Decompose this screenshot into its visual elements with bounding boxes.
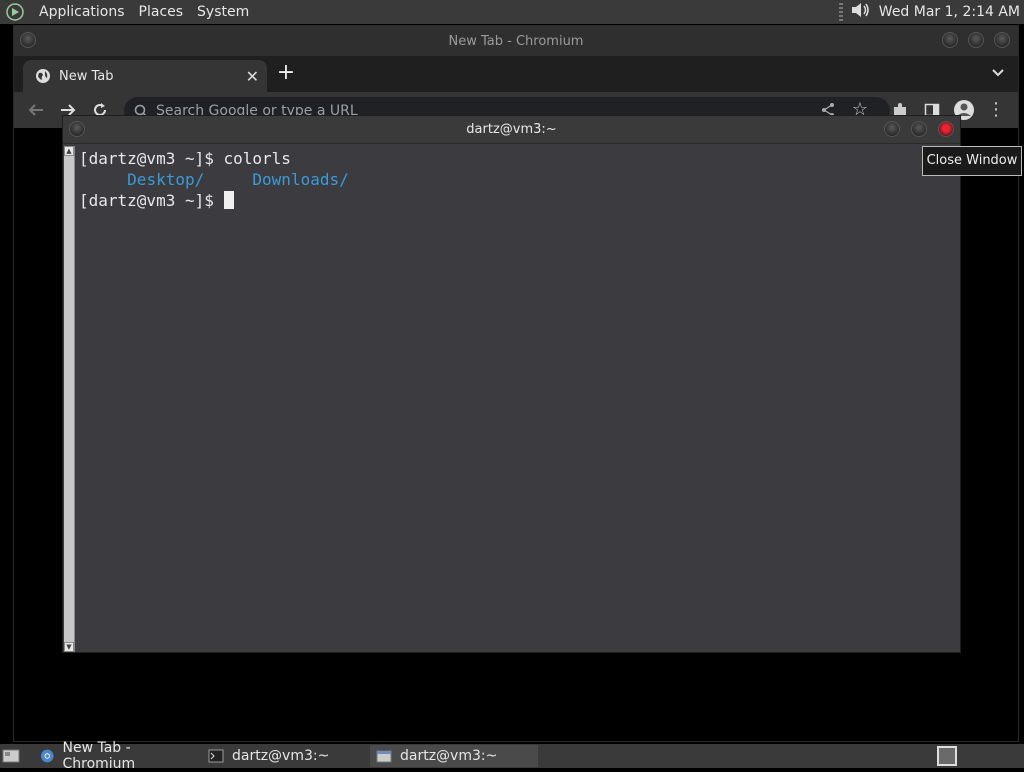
minimize-button[interactable] [884, 121, 900, 137]
back-icon[interactable] [24, 98, 48, 122]
terminal-line: [dartz@vm3 ~]$ [79, 190, 956, 211]
window-icon [376, 750, 392, 763]
shell-prompt: [dartz@vm3 ~]$ [79, 191, 224, 210]
maximize-button[interactable] [968, 32, 984, 48]
task-label: dartz@vm3:~ [232, 748, 330, 764]
terminal-cursor [223, 191, 234, 209]
taskbar-item-chromium[interactable]: New Tab - Chromium [34, 740, 200, 772]
taskbar-item-terminal[interactable]: dartz@vm3:~ [202, 745, 368, 767]
close-window-tooltip: Close Window [922, 146, 1022, 176]
terminal-window: dartz@vm3:~ ▲ ▼ [dartz@vm3 ~]$ colorls D… [62, 115, 961, 653]
taskbar-item-terminal-active[interactable]: dartz@vm3:~ [370, 745, 538, 767]
kebab-menu-icon[interactable]: ⋮ [984, 98, 1008, 122]
window-title: New Tab - Chromium [448, 33, 584, 49]
chevron-down-icon[interactable] [992, 65, 1004, 81]
task-label: dartz@vm3:~ [400, 748, 498, 764]
tab-label: New Tab [59, 68, 114, 84]
maximize-button[interactable] [911, 121, 927, 137]
menu-applications[interactable]: Applications [32, 0, 132, 24]
window-menu-button[interactable] [69, 121, 85, 137]
terminal-scrollbar[interactable]: ▲ ▼ [64, 146, 75, 652]
distro-logo-icon[interactable] [4, 1, 26, 23]
shell-prompt: [dartz@vm3 ~]$ [79, 149, 224, 168]
dir-entry-desktop: Desktop/ [127, 170, 205, 189]
menu-places[interactable]: Places [132, 0, 191, 24]
minimize-button[interactable] [942, 32, 958, 48]
tab-new-tab[interactable]: New Tab ✕ [23, 60, 267, 92]
globe-icon [36, 69, 50, 83]
close-window-button[interactable] [938, 121, 954, 137]
dir-entry-downloads: Downloads/ [252, 170, 349, 189]
terminal-title: dartz@vm3:~ [466, 122, 557, 137]
menu-system[interactable]: System [190, 0, 256, 24]
volume-icon[interactable] [849, 0, 871, 24]
close-button[interactable] [994, 32, 1010, 48]
terminal-titlebar[interactable]: dartz@vm3:~ [63, 116, 960, 144]
command-text: colorls [223, 149, 291, 168]
terminal-output[interactable]: [dartz@vm3 ~]$ colorls Desktop/ Download… [79, 148, 956, 648]
terminal-line: [dartz@vm3 ~]$ colorls [79, 148, 956, 169]
show-desktop-icon[interactable] [2, 747, 20, 765]
chromium-icon [40, 749, 54, 763]
window-menu-button[interactable] [20, 32, 36, 48]
tab-strip: New Tab ✕ + [14, 56, 1018, 92]
terminal-line: Desktop/ Downloads/ [79, 169, 956, 190]
task-label: New Tab - Chromium [62, 740, 136, 772]
panel-handle[interactable] [838, 3, 843, 21]
close-tab-icon[interactable]: ✕ [246, 67, 259, 86]
new-tab-button[interactable]: + [274, 62, 298, 86]
bottom-taskbar: New Tab - Chromium dartz@vm3:~ dartz@vm3… [0, 740, 1024, 772]
scroll-down-arrow-icon[interactable]: ▼ [64, 642, 74, 652]
chromium-titlebar[interactable]: New Tab - Chromium [14, 26, 1018, 56]
clock[interactable]: Wed Mar 1, 2:14 AM [871, 4, 1024, 20]
terminal-icon [208, 749, 224, 763]
workspace-switcher[interactable] [937, 746, 957, 766]
scroll-up-arrow-icon[interactable]: ▲ [64, 146, 74, 156]
top-panel: Applications Places System Wed Mar 1, 2:… [0, 0, 1024, 24]
